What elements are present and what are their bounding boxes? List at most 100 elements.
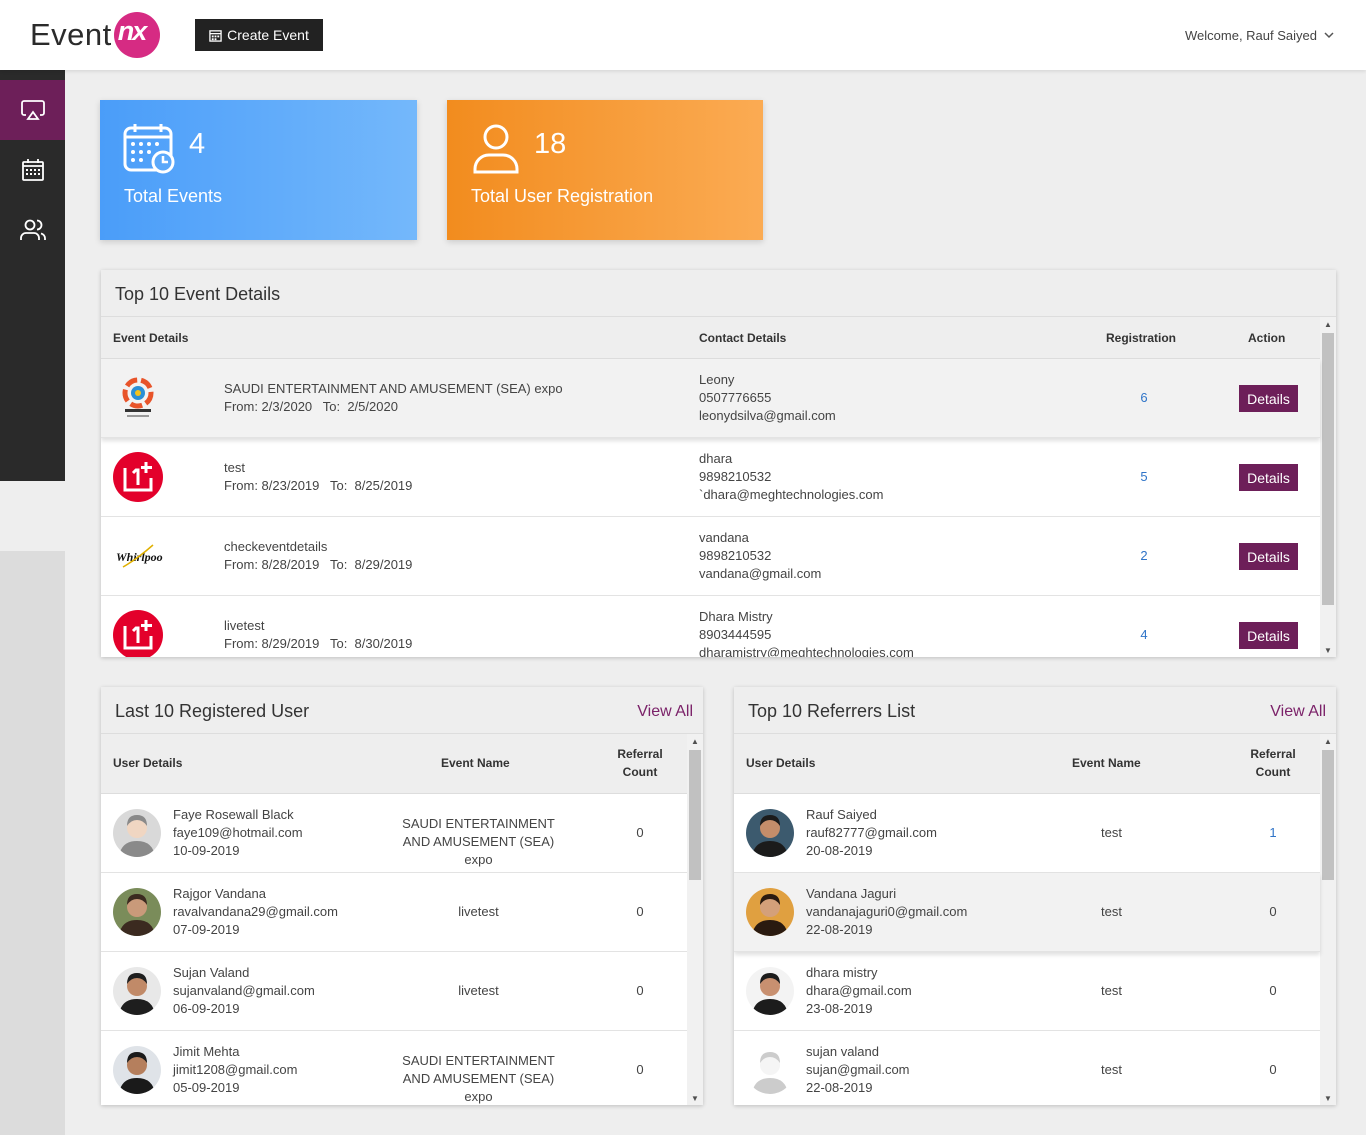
details-button[interactable]: Details	[1239, 464, 1298, 491]
scroll-down-icon[interactable]: ▼	[687, 1091, 703, 1105]
contact-phone: 8903444595	[699, 627, 772, 642]
registered-scrollbar[interactable]: ▲ ▼	[687, 734, 703, 1105]
user-menu[interactable]: Welcome, Rauf Saiyed	[1185, 28, 1334, 43]
user-row: Rajgor Vandana ravalvandana29@gmail.com 07…	[101, 873, 687, 952]
referral-count: 0	[1269, 904, 1277, 919]
event-row: Whirlpool checkeventdetails From: 8/28/201…	[101, 517, 1320, 596]
referrers-scrollbar[interactable]: ▲ ▼	[1320, 734, 1336, 1105]
oneplus-logo	[113, 452, 163, 502]
user-name: Jimit Mehta	[173, 1044, 240, 1059]
contact-name: Dhara Mistry	[699, 609, 773, 624]
events-scrollbar[interactable]: ▲ ▼	[1320, 317, 1336, 657]
eventnx-logo[interactable]: Event nx	[30, 12, 160, 58]
referral-count: 0	[636, 904, 644, 919]
create-event-button[interactable]: Create Event	[195, 19, 323, 51]
event-name: livetest	[224, 618, 265, 633]
details-button[interactable]: Details	[1239, 543, 1298, 570]
registered-users-header: Last 10 Registered User View All	[101, 687, 703, 734]
users-icon	[19, 219, 46, 240]
contact-email: `dhara@meghtechnologies.com	[699, 487, 884, 502]
avatar	[113, 809, 161, 857]
scroll-down-icon[interactable]: ▼	[1320, 643, 1336, 657]
total-events-value: 4	[189, 128, 206, 160]
user-name: sujan valand	[806, 1044, 879, 1059]
sidebar-item-users[interactable]	[0, 200, 65, 260]
create-event-label: Create Event	[227, 27, 309, 43]
user-email: sujan@gmail.com	[806, 1062, 910, 1077]
scroll-up-icon[interactable]: ▲	[687, 734, 703, 748]
total-events-card[interactable]: 4 Total Events	[100, 100, 417, 240]
col-event-name: Event Name	[1072, 756, 1141, 770]
scroll-up-icon[interactable]: ▲	[1320, 734, 1336, 748]
user-name: Rajgor Vandana	[173, 886, 266, 901]
col-user-details: User Details	[113, 756, 183, 770]
scroll-up-icon[interactable]: ▲	[1320, 317, 1336, 331]
scroll-thumb[interactable]	[1322, 333, 1334, 605]
col-contact-details: Contact Details	[699, 331, 787, 345]
referrers-table-header: User Details Event Name Referral Count	[734, 734, 1320, 794]
user-date: 20-08-2019	[806, 843, 873, 858]
referral-count: 0	[1269, 1062, 1277, 1077]
contact-name: dhara	[699, 451, 733, 466]
user-name: Vandana Jaguri	[806, 886, 897, 901]
referrers-header: Top 10 Referrers List View All	[734, 687, 1336, 734]
avatar	[746, 888, 794, 936]
col-event-name: Event Name	[441, 756, 510, 770]
sidebar	[0, 70, 65, 481]
panel-title: Last 10 Registered User	[115, 701, 310, 721]
event-name: test	[1101, 1062, 1122, 1077]
view-all-link[interactable]: View All	[637, 703, 693, 721]
avatar	[746, 1046, 794, 1094]
user-email: dhara@gmail.com	[806, 983, 912, 998]
avatar	[746, 809, 794, 857]
event-name: test	[224, 460, 245, 475]
user-row: Sujan Valand sujanvaland@gmail.com 06-09-2…	[101, 952, 687, 1031]
referral-count: 0	[636, 983, 644, 998]
user-date: 10-09-2019	[173, 843, 240, 858]
referral-count: 0	[1269, 983, 1277, 998]
user-date: 23-08-2019	[806, 1001, 873, 1016]
view-all-link[interactable]: View All	[1270, 703, 1326, 721]
user-email: vandanajaguri0@gmail.com	[806, 904, 968, 919]
user-date: 05-09-2019	[173, 1080, 240, 1095]
total-registrations-card[interactable]: 18 Total User Registration	[447, 100, 763, 240]
welcome-text: Welcome, Rauf Saiyed	[1185, 28, 1317, 43]
scroll-thumb[interactable]	[1322, 750, 1334, 880]
registration-count-link[interactable]: 2	[1121, 547, 1167, 565]
scroll-down-icon[interactable]: ▼	[1320, 1091, 1336, 1105]
avatar	[746, 967, 794, 1015]
referral-count: 0	[636, 1062, 644, 1077]
referrers-panel: Top 10 Referrers List View All User Deta…	[734, 687, 1336, 1105]
whirlpool-logo: Whirlpool	[113, 531, 167, 581]
sidebar-item-events[interactable]	[0, 140, 65, 200]
panel-title: Top 10 Event Details	[115, 284, 281, 304]
registration-count-link[interactable]: 5	[1121, 468, 1167, 486]
contact-phone: 9898210532	[699, 469, 772, 484]
details-button[interactable]: Details	[1239, 622, 1298, 649]
top-events-header: Top 10 Event Details	[101, 270, 1336, 317]
registration-count-link[interactable]: 6	[1121, 389, 1167, 407]
col-referral-count: Referral Count	[1250, 747, 1296, 779]
col-user-details: User Details	[746, 756, 816, 770]
details-button[interactable]: Details	[1239, 385, 1298, 412]
total-registrations-value: 18	[534, 128, 567, 160]
scroll-thumb[interactable]	[689, 750, 701, 880]
event-dates: From: 8/28/2019 To: 8/29/2019	[224, 557, 413, 572]
user-date: 22-08-2019	[806, 922, 873, 937]
user-date: 07-09-2019	[173, 922, 240, 937]
event-name: SAUDI ENTERTAINMENT AND AMUSEMENT (SEA) …	[402, 1053, 555, 1104]
user-row: sujan valand sujan@gmail.com 22-08-2019 tes…	[734, 1031, 1320, 1105]
logo-text: Event	[30, 17, 112, 52]
user-email: jimit1208@gmail.com	[173, 1062, 298, 1077]
oneplus-logo	[113, 610, 163, 657]
contact-email: vandana@gmail.com	[699, 566, 822, 581]
sidebar-lower-area	[0, 551, 65, 1135]
user-email: rauf82777@gmail.com	[806, 825, 937, 840]
total-registrations-label: Total User Registration	[471, 186, 654, 206]
contact-name: vandana	[699, 530, 749, 545]
referral-count[interactable]: 1	[1253, 824, 1293, 842]
registration-count-link[interactable]: 4	[1121, 626, 1167, 644]
sidebar-item-dashboard[interactable]	[0, 80, 65, 140]
total-events-label: Total Events	[124, 186, 223, 206]
event-dates: From: 2/3/2020 To: 2/5/2020	[224, 399, 398, 414]
